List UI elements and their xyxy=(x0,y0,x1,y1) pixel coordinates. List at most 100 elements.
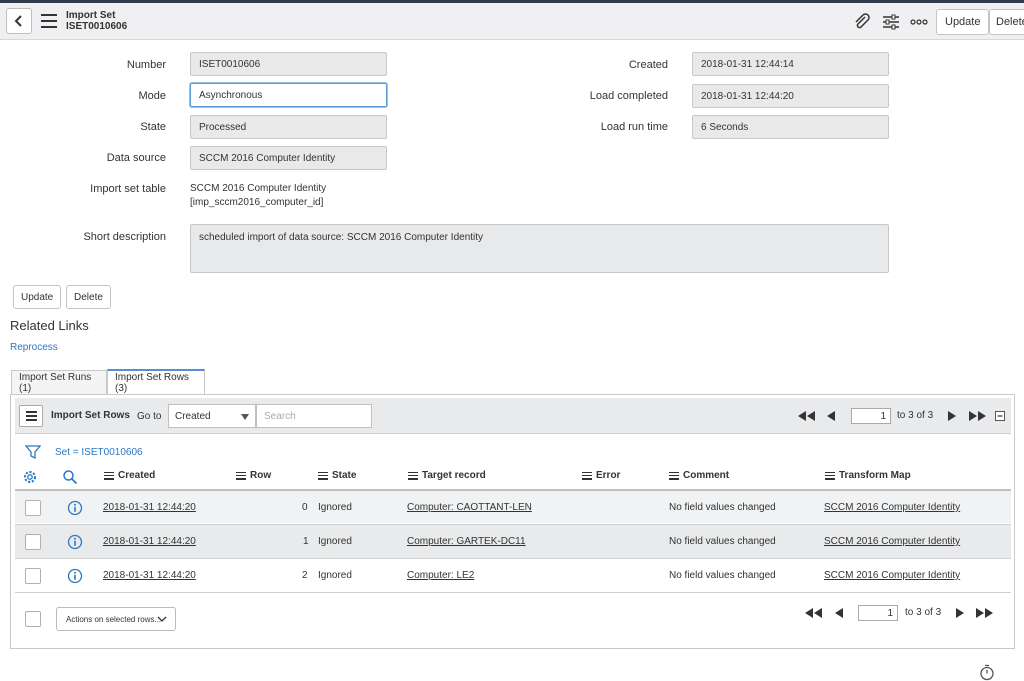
column-header-transform-map[interactable]: Transform Map xyxy=(825,470,911,481)
target-record-link[interactable]: Computer: GARTEK-DC11 xyxy=(407,536,526,547)
list-title: Import Set Rows xyxy=(51,410,130,421)
target-record-link[interactable]: Computer: CAOTTANT-LEN xyxy=(407,502,532,513)
column-menu-icon xyxy=(669,471,679,480)
header-update-button[interactable]: Update xyxy=(936,9,990,35)
funnel-icon[interactable] xyxy=(25,444,41,460)
info-icon[interactable] xyxy=(67,568,83,584)
column-menu-icon xyxy=(318,471,328,480)
row-checkbox[interactable] xyxy=(25,568,41,584)
title-block: Import Set ISET0010606 xyxy=(66,10,127,32)
column-header-created[interactable]: Created xyxy=(104,470,155,481)
load-completed-field: 2018-01-31 12:44:20 xyxy=(692,84,889,108)
footer-page-range: to 3 of 3 xyxy=(905,607,942,618)
column-menu-icon xyxy=(825,471,835,480)
actions-select[interactable]: Actions on selected rows... xyxy=(56,607,176,631)
import-set-table-id: [imp_sccm2016_computer_id] xyxy=(190,197,324,208)
tab-import-set-rows[interactable]: Import Set Rows (3) xyxy=(107,369,205,394)
target-record-link[interactable]: Computer: LE2 xyxy=(407,570,474,581)
next-page-icon[interactable] xyxy=(947,410,957,422)
row-checkbox[interactable] xyxy=(25,534,41,550)
created-link[interactable]: 2018-01-31 12:44:20 xyxy=(103,536,196,547)
column-header-error[interactable]: Error xyxy=(582,470,620,481)
next-page-icon[interactable] xyxy=(955,607,965,619)
short-description-field: scheduled import of data source: SCCM 20… xyxy=(190,224,889,273)
row-number: 1 xyxy=(303,536,309,547)
sliders-icon[interactable] xyxy=(882,13,900,31)
info-icon[interactable] xyxy=(67,500,83,516)
row-state: Ignored xyxy=(318,536,352,547)
goto-selected-value: Created xyxy=(175,410,211,422)
row-comment: No field values changed xyxy=(669,570,776,581)
row-divider xyxy=(15,592,1011,593)
record-number: ISET0010606 xyxy=(66,21,128,32)
reprocess-link[interactable]: Reprocess xyxy=(10,342,58,353)
prev-page-icon[interactable] xyxy=(834,607,844,619)
footer-page-input[interactable]: 1 xyxy=(858,605,898,621)
column-header-comment[interactable]: Comment xyxy=(669,470,729,481)
tab-import-set-runs[interactable]: Import Set Runs (1) xyxy=(11,370,107,394)
select-all-checkbox[interactable] xyxy=(25,611,41,627)
load-completed-label: Load completed xyxy=(589,90,668,102)
back-button[interactable] xyxy=(6,8,32,34)
row-comment: No field values changed xyxy=(669,536,776,547)
created-field: 2018-01-31 12:44:14 xyxy=(692,52,889,76)
actions-label: Actions on selected rows... xyxy=(66,614,162,624)
paperclip-icon[interactable] xyxy=(853,13,871,31)
transform-map-link[interactable]: SCCM 2016 Computer Identity xyxy=(824,536,960,547)
created-link[interactable]: 2018-01-31 12:44:20 xyxy=(103,570,196,581)
column-header-target-record[interactable]: Target record xyxy=(408,470,486,481)
table-row: 2018-01-31 12:44:20 1 Ignored Computer: … xyxy=(15,524,1011,558)
filter-condition-link[interactable]: Set = ISET0010606 xyxy=(55,447,143,458)
column-menu-icon xyxy=(582,471,592,480)
list-toolbar: Import Set Rows Go to Created 1 to 3 of … xyxy=(15,398,1011,434)
header-delete-button[interactable]: Delete xyxy=(989,9,1024,35)
column-header-state[interactable]: State xyxy=(318,470,356,481)
ellipsis-icon[interactable] xyxy=(910,13,928,31)
page-range: to 3 of 3 xyxy=(897,410,934,421)
data-source-field: SCCM 2016 Computer Identity xyxy=(190,146,387,170)
created-link[interactable]: 2018-01-31 12:44:20 xyxy=(103,502,196,513)
stopwatch-icon[interactable] xyxy=(979,664,995,681)
collapse-icon[interactable] xyxy=(995,411,1005,421)
import-set-table-name: SCCM 2016 Computer Identity xyxy=(190,183,327,194)
mode-label: Mode xyxy=(138,90,166,102)
page-title: Import Set xyxy=(66,10,116,21)
last-page-icon[interactable] xyxy=(975,607,995,619)
row-number: 2 xyxy=(302,570,308,581)
first-page-icon[interactable] xyxy=(797,410,817,422)
chevron-left-icon xyxy=(14,15,22,27)
delete-button[interactable]: Delete xyxy=(66,285,111,309)
row-comment: No field values changed xyxy=(669,502,776,513)
list-search-input[interactable] xyxy=(256,404,372,428)
column-header-row[interactable]: Row xyxy=(236,470,271,481)
column-menu-icon xyxy=(104,471,114,480)
gear-icon[interactable] xyxy=(22,469,38,485)
info-icon[interactable] xyxy=(67,534,83,550)
transform-map-link[interactable]: SCCM 2016 Computer Identity xyxy=(824,570,960,581)
magnifier-icon[interactable] xyxy=(62,469,78,485)
goto-select[interactable]: Created xyxy=(168,404,256,428)
mode-select[interactable]: Asynchronous xyxy=(190,83,387,107)
last-page-icon[interactable] xyxy=(968,410,988,422)
transform-map-link[interactable]: SCCM 2016 Computer Identity xyxy=(824,502,960,513)
short-description-label: Short description xyxy=(83,231,166,243)
load-run-time-field: 6 Seconds xyxy=(692,115,889,139)
hamburger-icon[interactable] xyxy=(41,14,57,28)
created-label: Created xyxy=(628,59,668,71)
first-page-icon[interactable] xyxy=(804,607,824,619)
state-field: Processed xyxy=(190,115,387,139)
page-input[interactable]: 1 xyxy=(851,408,891,424)
prev-page-icon[interactable] xyxy=(826,410,836,422)
row-checkbox[interactable] xyxy=(25,500,41,516)
table-row: 2018-01-31 12:44:20 2 Ignored Computer: … xyxy=(15,558,1011,592)
update-button[interactable]: Update xyxy=(13,285,62,309)
import-set-table-label: Import set table xyxy=(90,183,166,195)
load-run-time-label: Load run time xyxy=(600,121,668,133)
filter-breadcrumb: Set = ISET0010606 xyxy=(25,443,143,461)
row-state: Ignored xyxy=(318,502,352,513)
list-menu-icon[interactable] xyxy=(19,405,43,427)
row-state: Ignored xyxy=(318,570,352,581)
chevron-down-icon xyxy=(157,616,167,622)
number-label: Number xyxy=(126,59,166,71)
column-menu-icon xyxy=(408,471,418,480)
